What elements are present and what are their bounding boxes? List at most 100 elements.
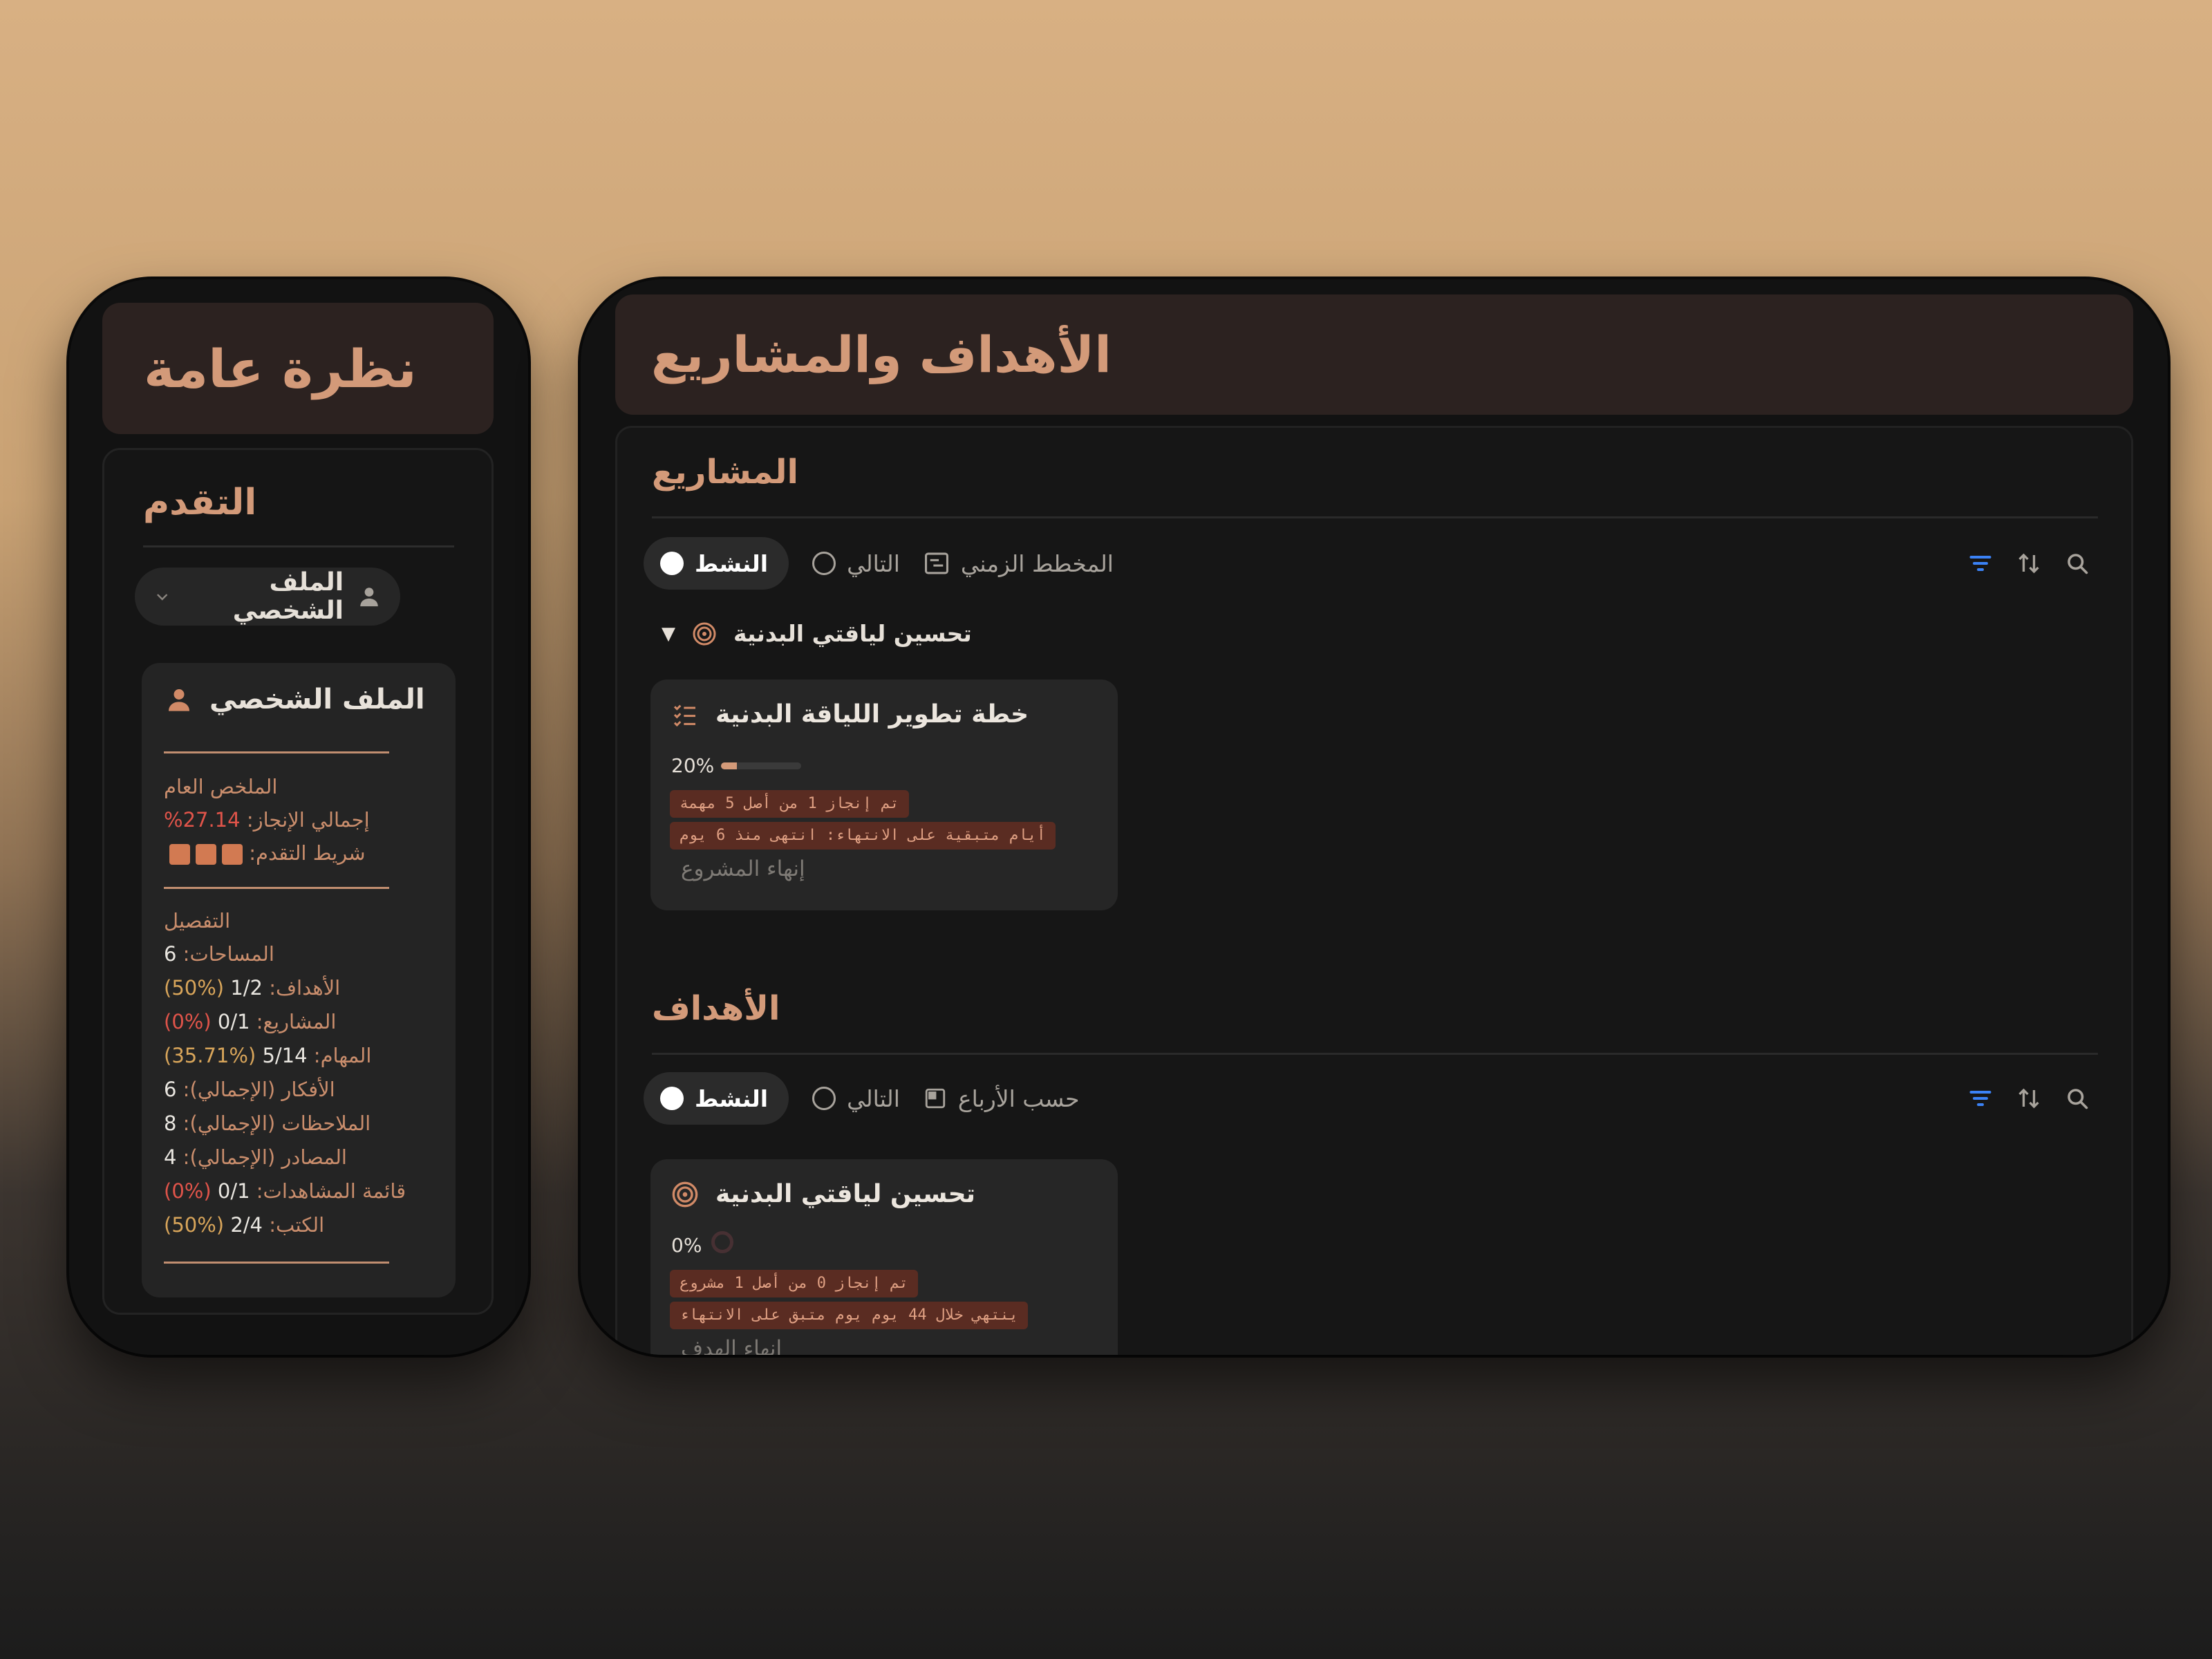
search-icon[interactable] — [2065, 551, 2090, 576]
deadline-chip: أيام متبقية على الانتهاء: انتهى منذ 6 يو… — [670, 822, 1056, 850]
project-progress-bar — [721, 762, 801, 769]
project-card[interactable]: خطة تطوير اللياقة البدنية 20% تم إنجاز 1… — [650, 679, 1118, 910]
tasks-done-chip: تم إنجاز 1 من أصل 5 مهمة — [670, 790, 909, 818]
detail-row: المشاريع: 0/1 (%0) — [164, 1010, 336, 1033]
detail-row: الأهداف: 1/2 (%50) — [164, 976, 340, 1000]
project-progress-percent: 20% — [671, 754, 715, 777]
projects-tabs: النشط التالي المخطط الزمني — [644, 537, 1114, 590]
group-fitness[interactable]: ▼ تحسين لياقتي البدنية — [662, 620, 972, 647]
goals-toolbar — [1968, 1086, 2090, 1111]
radio-filled-icon — [660, 552, 684, 575]
detail-value: 4 — [164, 1145, 177, 1169]
detail-percent: (%35.71) — [164, 1044, 263, 1067]
sort-icon[interactable] — [2016, 1086, 2041, 1111]
total-completion-value: 27.14% — [164, 808, 241, 832]
person-icon — [169, 689, 189, 711]
project-title: خطة تطوير اللياقة البدنية — [715, 700, 1029, 729]
overview-header: نظرة عامة — [102, 303, 494, 434]
radio-empty-icon — [812, 552, 836, 575]
progress-block — [169, 844, 190, 865]
detail-label: الأفكار (الإجمالي): — [176, 1078, 335, 1101]
progress-blocks — [164, 841, 243, 865]
detail-value: 0/1 — [217, 1010, 250, 1033]
detail-percent: (%0) — [164, 1179, 218, 1203]
total-completion-label: إجمالي الإنجاز: — [246, 808, 370, 832]
chevron-down-icon — [157, 594, 168, 601]
progress-bar-label: شريط التقدم: — [249, 841, 366, 865]
projects-done-chip: تم إنجاز 0 من أصل 1 مشروع — [670, 1270, 919, 1297]
radio-filled-icon — [660, 1087, 684, 1110]
detail-value: 5/14 — [262, 1044, 308, 1067]
goals-projects-header: الأهداف والمشاريع — [615, 294, 2133, 415]
target-icon — [693, 622, 716, 645]
projects-title: المشاريع — [652, 453, 798, 491]
goals-projects-device: الأهداف والمشاريع المشاريع النشط التالي … — [581, 279, 2168, 1355]
detail-label: الأهداف: — [263, 976, 341, 1000]
tab-quarters[interactable]: حسب الأرباع — [924, 1085, 1079, 1112]
tab-next[interactable]: التالي — [812, 550, 900, 577]
checklist-icon — [673, 704, 695, 727]
profile-summary-card: الملف الشخصي الملخص العام إجمالي الإنجاز… — [142, 663, 456, 1297]
detail-row: الكتب: 2/4 (%50) — [164, 1213, 324, 1237]
filter-icon[interactable] — [1968, 1086, 1993, 1111]
detail-row: المساحات: 6 — [164, 942, 274, 966]
progress-divider — [143, 545, 454, 547]
divider — [164, 887, 389, 889]
detail-heading: التفصيل — [164, 909, 231, 932]
detail-percent: (%50) — [164, 976, 231, 1000]
progress-panel: التقدم الملف الشخصي الملف الشخصي الملخص … — [102, 448, 494, 1315]
detail-value: 6 — [164, 942, 177, 966]
detail-label: المساحات: — [176, 942, 274, 966]
sort-icon[interactable] — [2016, 551, 2041, 576]
section-divider — [652, 516, 2098, 518]
goal-progress-ring — [711, 1231, 733, 1253]
goals-title: الأهداف — [652, 989, 780, 1028]
detail-label: المهام: — [307, 1044, 372, 1067]
divider — [164, 751, 389, 753]
quarters-icon — [925, 1088, 946, 1109]
progress-block — [196, 844, 216, 865]
progress-bar-line: شريط التقدم: — [164, 841, 366, 865]
detail-label: المصادر (الإجمالي): — [176, 1145, 347, 1169]
detail-row: المصادر (الإجمالي): 4 — [164, 1145, 347, 1169]
detail-label: قائمة المشاهدات: — [250, 1179, 406, 1203]
profile-dropdown[interactable]: الملف الشخصي — [135, 568, 400, 626]
goal-progress-percent: 0% — [671, 1234, 702, 1257]
finish-goal-button[interactable]: إنهاء الهدف — [681, 1336, 782, 1355]
detail-row: المهام: 5/14 (%35.71) — [164, 1044, 371, 1067]
person-icon — [360, 588, 378, 607]
detail-percent: (%50) — [164, 1213, 231, 1237]
summary-heading: الملخص العام — [164, 775, 278, 798]
radio-empty-icon — [812, 1087, 836, 1110]
tab-active[interactable]: النشط — [644, 537, 789, 590]
detail-label: الملاحظات (الإجمالي): — [176, 1112, 371, 1135]
goal-card[interactable]: تحسين لياقتي البدنية 0% تم إنجاز 0 من أص… — [650, 1159, 1118, 1355]
overview-title: نظرة عامة — [144, 337, 417, 400]
detail-value: 1/2 — [230, 976, 263, 1000]
tab-next[interactable]: التالي — [812, 1085, 900, 1112]
tab-timeline[interactable]: المخطط الزمني — [924, 550, 1114, 577]
project-progress-fill — [721, 762, 738, 769]
detail-row: الملاحظات (الإجمالي): 8 — [164, 1112, 371, 1135]
caret-down-icon[interactable]: ▼ — [662, 624, 675, 644]
goals-projects-title: الأهداف والمشاريع — [651, 326, 1112, 384]
tab-active[interactable]: النشط — [644, 1072, 789, 1125]
detail-label: المشاريع: — [250, 1010, 337, 1033]
detail-row: الأفكار (الإجمالي): 6 — [164, 1078, 335, 1101]
detail-value: 2/4 — [230, 1213, 263, 1237]
overview-device: نظرة عامة التقدم الملف الشخصي الملف الشخ… — [69, 279, 528, 1355]
search-icon[interactable] — [2065, 1086, 2090, 1111]
finish-project-button[interactable]: إنهاء المشروع — [681, 856, 805, 881]
detail-percent: (%0) — [164, 1010, 218, 1033]
goals-tabs: النشط التالي حسب الأرباع — [644, 1072, 1079, 1125]
detail-value: 6 — [164, 1078, 177, 1101]
progress-title: التقدم — [143, 482, 257, 523]
goal-title: تحسين لياقتي البدنية — [715, 1180, 976, 1208]
detail-value: 8 — [164, 1112, 177, 1135]
projects-toolbar — [1968, 551, 2090, 576]
goals-projects-panel: المشاريع النشط التالي المخطط الزمني ▼ تح… — [615, 426, 2133, 1355]
filter-icon[interactable] — [1968, 551, 1993, 576]
progress-block — [222, 844, 243, 865]
group-label: تحسين لياقتي البدنية — [733, 620, 972, 647]
target-icon — [672, 1181, 698, 1207]
